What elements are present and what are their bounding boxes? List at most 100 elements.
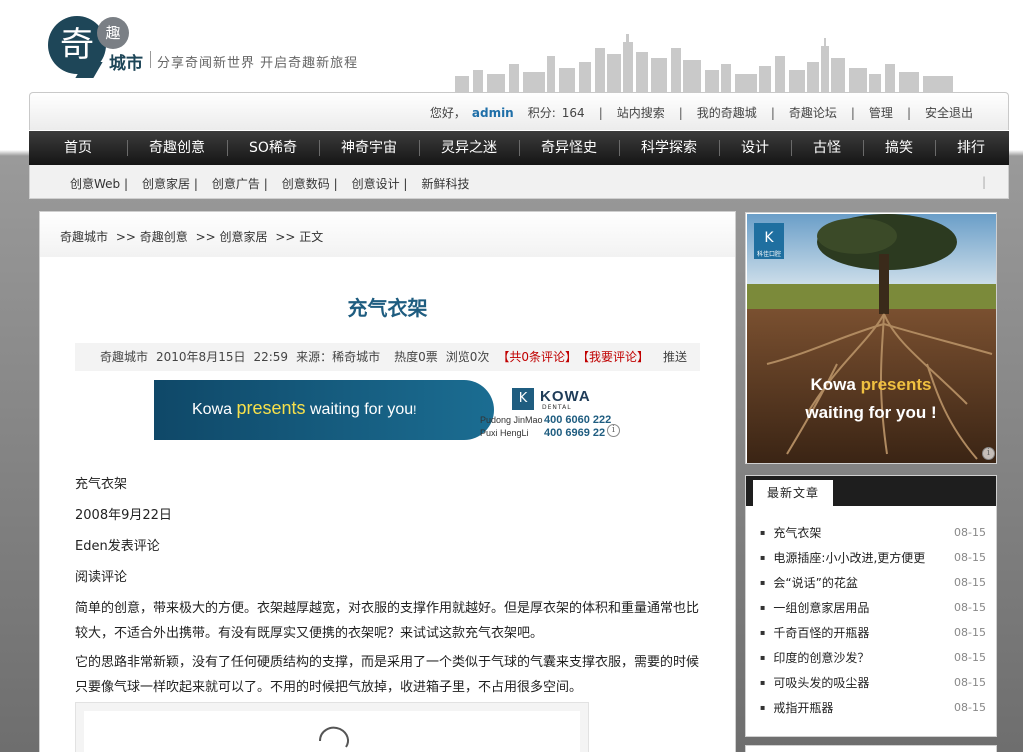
points-label: 积分: <box>527 106 556 120</box>
list-item-date: 08-15 <box>954 526 986 539</box>
article-body: 充气衣架 2008年9月22日 Eden发表评论 阅读评论 简单的创意，带来极大… <box>75 469 705 704</box>
article-meta: 奇趣城市 2010年8月15日 22:59 来源：稀奇城市 热度0票 浏览0次 … <box>75 343 700 371</box>
skyline-illustration <box>455 34 953 92</box>
nav-design[interactable]: 设计 <box>719 131 791 165</box>
breadcrumb-home-decor[interactable]: >> 创意家居 <box>196 230 268 244</box>
list-item[interactable]: 电源插座:小小改进,更方便更 08-15 <box>760 545 986 570</box>
kowa-brand: KOWA <box>540 388 591 405</box>
site-logo[interactable]: 奇 <box>48 16 106 74</box>
my-city-link[interactable]: 我的奇趣城 <box>697 104 757 121</box>
subnav-ads[interactable]: 创意广告 | <box>212 175 268 192</box>
list-item-title[interactable]: 千奇百怪的开瓶器 <box>760 620 869 645</box>
forum-link[interactable]: 奇趣论坛 <box>789 104 837 121</box>
subnav-home[interactable]: 创意家居 | <box>142 175 198 192</box>
nav-ranking[interactable]: 排行 <box>935 131 1007 165</box>
push-link[interactable]: 推送 <box>663 343 687 371</box>
side-ad-info-icon[interactable]: i <box>982 447 995 460</box>
body-paragraph: 它的思路非常新颖，没有了任何硬质结构的支撑，而是采用了一个类似于气球的气囊来支撑… <box>75 655 700 695</box>
kowa-side-logo: K 科佳口腔 <box>754 223 784 259</box>
hanger-hook-icon <box>319 726 349 748</box>
nav-science[interactable]: 科学探索 <box>619 131 719 165</box>
nav-home[interactable]: 首页 <box>29 131 127 165</box>
nav-so-rare[interactable]: SO稀奇 <box>227 131 319 165</box>
sidebar-next-box <box>745 745 997 752</box>
admin-link[interactable]: 管理 <box>869 104 893 121</box>
list-item-title[interactable]: 戒指开瓶器 <box>760 695 833 720</box>
body-line-date: 2008年9月22日 <box>75 508 172 523</box>
points-value: 164 <box>561 105 585 120</box>
kowa-logo: K KOWA DENTAL <box>512 388 614 412</box>
meta-heat: 热度0票 <box>394 350 438 364</box>
username-link[interactable]: admin <box>472 106 514 120</box>
breadcrumb-creative[interactable]: >> 奇趣创意 <box>116 230 188 244</box>
banner-address-2: Puxi HengLi <box>480 428 529 438</box>
body-line-read-comments[interactable]: 阅读评论 <box>75 562 705 593</box>
list-item[interactable]: 千奇百怪的开瓶器 08-15 <box>760 620 986 645</box>
kowa-dental: DENTAL <box>542 404 572 411</box>
meta-site[interactable]: 奇趣城市 <box>100 343 148 371</box>
banner-slogan: Kowa presents waiting for you! <box>192 398 417 419</box>
list-item-title[interactable]: 一组创意家居用品 <box>760 595 869 620</box>
latest-articles-list: 充气衣架 08-15 电源插座:小小改进,更方便更 08-15 会“说话”的花盆 08… <box>760 520 986 720</box>
list-item-date: 08-15 <box>954 576 986 589</box>
breadcrumb: 奇趣城市 >> 奇趣创意 >> 创意家居 >> 正文 <box>40 212 735 257</box>
list-item[interactable]: 会“说话”的花盆 08-15 <box>760 570 986 595</box>
article-image <box>75 702 589 752</box>
article-panel: 奇趣城市 >> 奇趣创意 >> 创意家居 >> 正文 充气衣架 奇趣城市 201… <box>39 211 736 752</box>
list-item-date: 08-15 <box>954 626 986 639</box>
subnav-digital[interactable]: 创意数码 | <box>282 175 338 192</box>
list-item-title[interactable]: 可吸头发的吸尘器 <box>760 670 869 695</box>
subnav-tech[interactable]: 新鲜科技 <box>421 175 469 192</box>
banner-address-1: Pudong JinMao <box>480 415 543 425</box>
main-nav: 首页 奇趣创意 SO稀奇 神奇宇宙 灵异之迷 奇异怪史 科学探索 设计 古怪 搞… <box>29 131 1009 165</box>
write-comment-link[interactable]: 【我要评论】 <box>577 343 649 371</box>
kowa-side-logo-mark: K <box>764 230 774 246</box>
logout-link[interactable]: 安全退出 <box>925 104 973 121</box>
site-search-link[interactable]: 站内搜索 <box>617 104 665 121</box>
latest-articles-header: 最新文章 <box>746 476 996 506</box>
banner-phone-1: 400 6060 222 <box>544 414 612 426</box>
list-item-title[interactable]: 会“说话”的花盆 <box>760 570 857 595</box>
banner-waiting: waiting for you <box>309 401 414 418</box>
nav-creative[interactable]: 奇趣创意 <box>127 131 227 165</box>
list-item[interactable]: 充气衣架 08-15 <box>760 520 986 545</box>
sub-nav: 创意Web | 创意家居 | 创意广告 | 创意数码 | 创意设计 | 新鲜科技… <box>29 165 1009 199</box>
side-ad-slogan: Kowa presents waiting for you ! <box>746 371 996 427</box>
body-line-comment[interactable]: Eden发表评论 <box>75 531 705 562</box>
subnav-divider: | <box>981 175 986 189</box>
list-item[interactable]: 一组创意家居用品 08-15 <box>760 595 986 620</box>
side-ad-brand: Kowa <box>810 375 856 394</box>
list-item-date: 08-15 <box>954 651 986 664</box>
side-ad-presents: presents <box>860 375 932 394</box>
list-item[interactable]: 印度的创意沙发？ 08-15 <box>760 645 986 670</box>
list-item-title[interactable]: 印度的创意沙发？ <box>760 645 869 670</box>
subnav-web[interactable]: 创意Web | <box>70 175 128 192</box>
list-item[interactable]: 戒指开瓶器 08-15 <box>760 695 986 720</box>
latest-articles-tab[interactable]: 最新文章 <box>753 480 833 506</box>
body-line-title: 充气衣架 <box>75 477 128 492</box>
ad-info-icon[interactable]: i <box>607 424 620 437</box>
subnav-design[interactable]: 创意设计 | <box>352 175 408 192</box>
banner-brand-word: Kowa <box>192 401 233 418</box>
nav-weird[interactable]: 古怪 <box>791 131 863 165</box>
meta-time: 22:59 <box>253 350 289 364</box>
kowa-logo-mark: K <box>512 388 534 410</box>
kowa-side-ad[interactable]: K 科佳口腔 Kowa presents waiting for you ! i <box>745 212 997 464</box>
nav-strange-history[interactable]: 奇异怪史 <box>519 131 619 165</box>
kowa-banner-ad[interactable]: Kowa presents waiting for you! K KOWA DE… <box>154 380 623 440</box>
breadcrumb-home[interactable]: 奇趣城市 <box>60 230 108 244</box>
list-item-title[interactable]: 电源插座:小小改进,更方便更 <box>760 545 925 570</box>
nav-funny[interactable]: 搞笑 <box>863 131 935 165</box>
logo-divider <box>150 51 151 68</box>
banner-phone-2: 400 6969 22 <box>544 427 606 439</box>
banner-presents: presents <box>236 398 306 418</box>
list-item-title[interactable]: 充气衣架 <box>760 520 821 545</box>
article-title: 充气衣架 <box>347 296 428 320</box>
meta-views: 浏览0次 <box>445 350 490 364</box>
nav-mystery[interactable]: 灵异之迷 <box>419 131 519 165</box>
comments-count-link[interactable]: 【共0条评论】 <box>497 343 577 371</box>
list-item-date: 08-15 <box>954 701 986 714</box>
latest-articles-box: 最新文章 充气衣架 08-15 电源插座:小小改进,更方便更 08-15 会“说话”… <box>745 475 997 737</box>
nav-universe[interactable]: 神奇宇宙 <box>319 131 419 165</box>
list-item[interactable]: 可吸头发的吸尘器 08-15 <box>760 670 986 695</box>
